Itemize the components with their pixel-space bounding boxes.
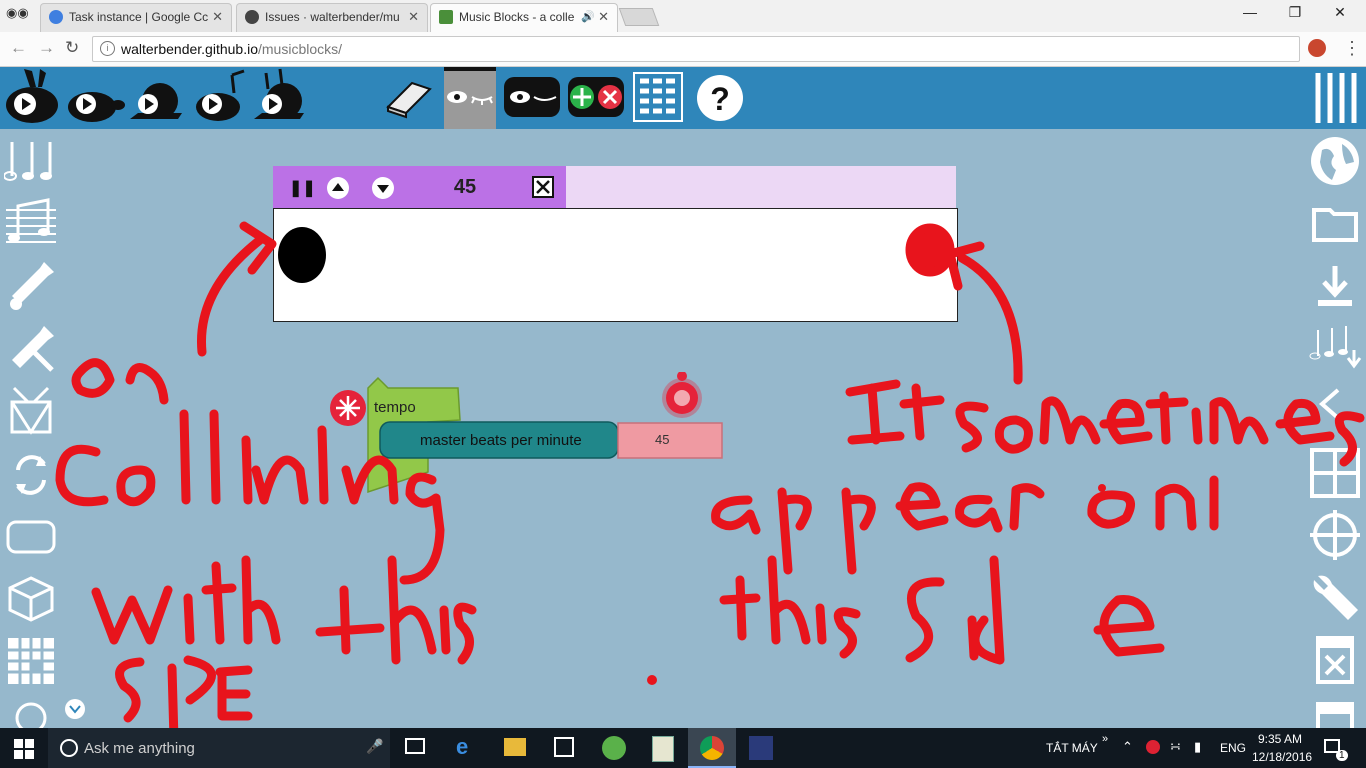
ship-app-icon[interactable] [749,736,773,760]
chrome-icon [700,736,724,760]
microphone-icon[interactable]: 🎤 [366,738,383,755]
file-explorer-icon[interactable] [504,738,526,756]
keyboard-label[interactable]: TẮT MÁY [1046,741,1098,755]
battery-icon[interactable]: ▮ [1194,739,1201,755]
windows-start-icon[interactable] [14,739,34,759]
network-icon[interactable]: ∺ [1170,739,1181,755]
antivirus-tray-icon[interactable] [1146,740,1160,754]
show-hidden-icons-icon[interactable]: ⌃ [1122,739,1133,755]
store-icon[interactable] [554,737,574,757]
notepad-app-icon[interactable] [652,736,674,762]
clock-time[interactable]: 9:35 AM [1258,732,1302,746]
edge-browser-icon[interactable]: e [456,734,468,760]
clock-date[interactable]: 12/18/2016 [1252,750,1312,764]
search-placeholder: Ask me anything [84,740,195,757]
app-green-icon[interactable] [602,736,626,760]
task-view-icon[interactable] [405,738,425,754]
chevron-icon[interactable]: » [1102,733,1108,745]
cortana-icon [60,739,78,757]
notification-badge: 1 [1336,750,1348,761]
language-indicator[interactable]: ENG [1220,741,1246,755]
handwritten-annotation-overlay [55,221,1365,728]
